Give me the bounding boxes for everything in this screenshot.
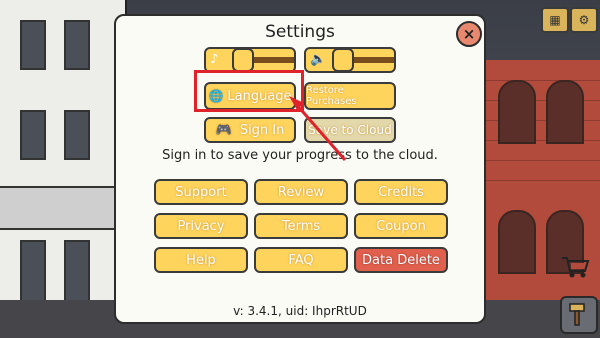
pointer-arrow [289, 96, 347, 161]
